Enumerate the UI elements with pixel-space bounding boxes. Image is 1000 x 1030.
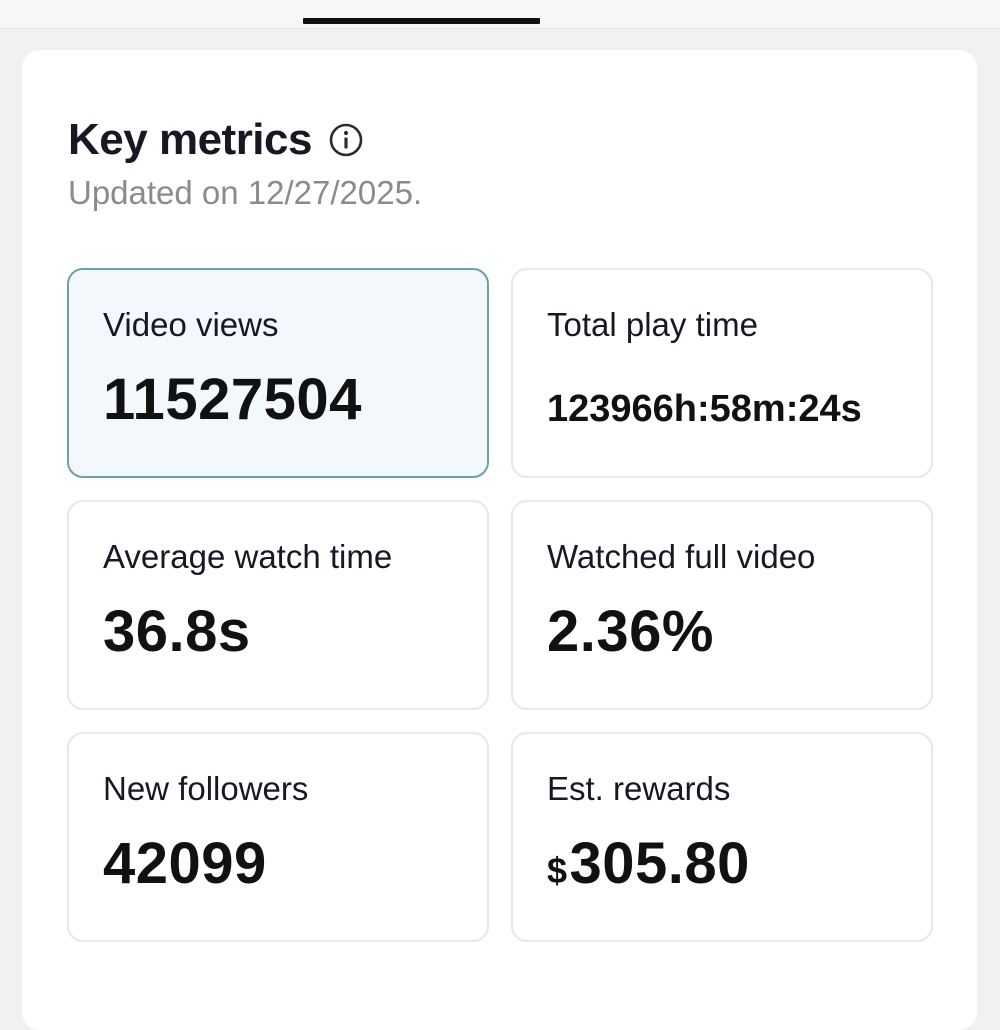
metric-label: Total play time (547, 306, 758, 343)
metric-value: $305.80 (547, 830, 750, 897)
metric-label: Average watch time (103, 538, 393, 575)
metric-value: 11527504 (103, 367, 362, 432)
updated-date-text: Updated on 12/27/2025. (68, 174, 423, 211)
metric-label: New followers (103, 770, 309, 807)
top-tab-bar (0, 0, 1000, 29)
metric-card-watched-full-video[interactable]: Watched full video 2.36% (511, 500, 933, 710)
metric-card-est-rewards[interactable]: Est. rewards $305.80 (511, 732, 933, 942)
currency-symbol: $ (547, 850, 568, 891)
key-metrics-header: Key metrics (68, 112, 364, 168)
metric-amount: 305.80 (569, 831, 750, 896)
metric-value: 36.8s (103, 599, 251, 664)
metric-value: 42099 (103, 831, 267, 896)
info-circle-icon[interactable] (328, 122, 364, 158)
metric-card-new-followers[interactable]: New followers 42099 (67, 732, 489, 942)
metric-value: 2.36% (547, 599, 714, 664)
metric-card-average-watch-time[interactable]: Average watch time 36.8s (67, 500, 489, 710)
page-title: Key metrics (68, 115, 312, 164)
metric-card-total-play-time[interactable]: Total play time 123966h:58m:24s (511, 268, 933, 478)
metric-label: Est. rewards (547, 770, 731, 807)
metric-label: Watched full video (547, 538, 816, 575)
metric-label: Video views (103, 306, 279, 343)
active-tab-indicator (303, 18, 540, 24)
metric-card-video-views[interactable]: Video views 11527504 (67, 268, 489, 478)
metric-value: 123966h:58m:24s (547, 388, 862, 430)
